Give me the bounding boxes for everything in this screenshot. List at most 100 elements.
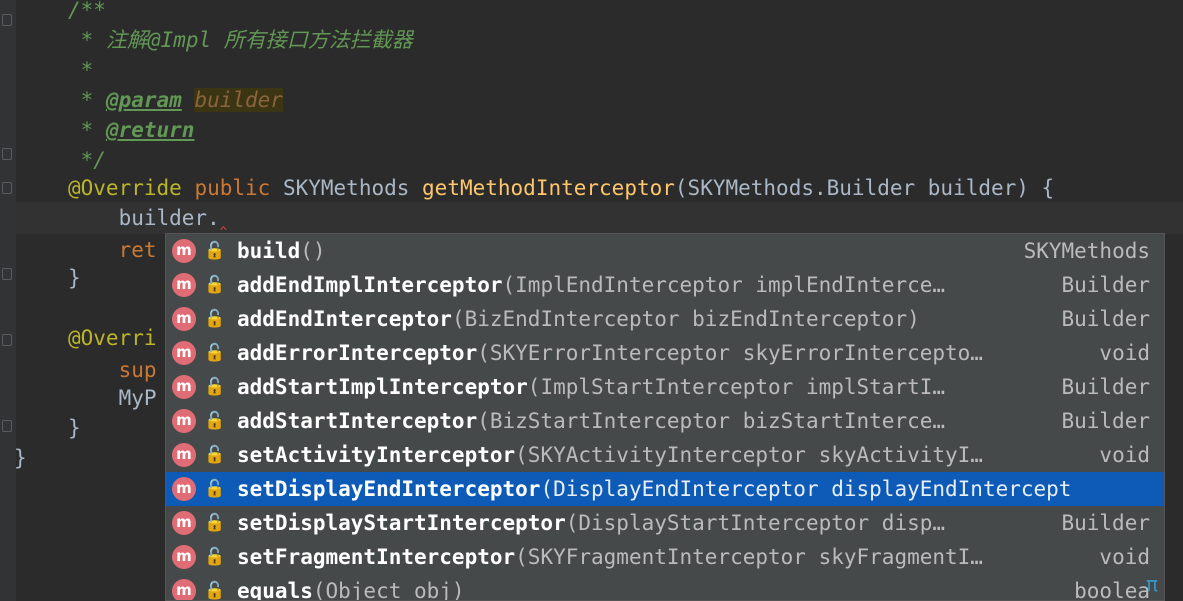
completion-item-addEndInterceptor[interactable]: m 🔓 addEndInterceptor(BizEndInterceptor bi… bbox=[166, 302, 1164, 336]
method-params: (SKYFragmentInterceptor skyFragmentI… bbox=[515, 545, 983, 569]
method-name: setDisplayEndInterceptor bbox=[237, 477, 541, 501]
method-params: (BizEndInterceptor bizEndInterceptor) bbox=[451, 307, 920, 331]
method-params: (Object obj) bbox=[312, 579, 465, 601]
code-token: @Overri bbox=[68, 326, 157, 350]
code-line[interactable]: } bbox=[68, 412, 81, 444]
return-type: Builder bbox=[1051, 506, 1150, 540]
completion-item-setDisplayStartInterceptor[interactable]: m 🔓 setDisplayStartInterceptor(DisplayStar… bbox=[166, 506, 1164, 540]
fold-marker-icon[interactable] bbox=[2, 420, 12, 432]
code-token: @return bbox=[105, 118, 195, 142]
method-icon: m bbox=[172, 307, 196, 331]
code-token: public bbox=[194, 176, 271, 200]
method-params: (BizStartInterceptor bizStartInterce… bbox=[477, 409, 946, 433]
method-params: () bbox=[300, 239, 326, 263]
public-lock-icon: 🔓 bbox=[204, 377, 226, 397]
return-type: Builder bbox=[1051, 302, 1150, 336]
code-token: builder bbox=[194, 88, 283, 112]
pi-icon[interactable]: π bbox=[1146, 572, 1158, 596]
fold-marker-icon[interactable] bbox=[2, 148, 12, 160]
return-type: Builder bbox=[1051, 268, 1150, 302]
completion-item-equals[interactable]: m 🔓 equals(Object obj) boolea bbox=[166, 574, 1164, 601]
code-line[interactable]: builder.‸ bbox=[68, 202, 227, 234]
completion-popup[interactable]: m 🔓 equals(Object obj) boolea m 🔓 setFragmentI… bbox=[165, 233, 1165, 601]
public-lock-icon: 🔓 bbox=[204, 275, 226, 295]
method-signature: addStartImplInterceptor(ImplStartInterce… bbox=[237, 370, 945, 404]
return-type: Builder bbox=[1051, 370, 1150, 404]
method-icon: m bbox=[172, 409, 196, 433]
code-token: * bbox=[68, 58, 94, 82]
method-signature: addEndInterceptor(BizEndInterceptor bizE… bbox=[237, 302, 920, 336]
editor-gutter[interactable] bbox=[0, 0, 16, 601]
method-params: (ImplEndInterceptor implEndInterce… bbox=[502, 273, 946, 297]
method-signature: setDisplayEndInterceptor(DisplayEndInter… bbox=[237, 472, 1071, 506]
method-params: (DisplayEndInterceptor displayEndInterce… bbox=[540, 477, 1072, 501]
method-name: build bbox=[237, 239, 301, 263]
code-line[interactable]: } bbox=[14, 442, 27, 474]
method-name: addStartImplInterceptor bbox=[237, 375, 528, 399]
code-token: @param bbox=[105, 88, 182, 112]
code-line[interactable]: /** bbox=[68, 0, 106, 26]
method-name: addEndImplInterceptor bbox=[237, 273, 503, 297]
completion-item-addEndImplInterceptor[interactable]: m 🔓 addEndImplInterceptor(ImplEndIntercept… bbox=[166, 268, 1164, 302]
public-lock-icon: 🔓 bbox=[204, 343, 226, 363]
public-lock-icon: 🔓 bbox=[204, 547, 226, 567]
completion-item-addErrorInterceptor[interactable]: m 🔓 addErrorInterceptor(SKYErrorIntercepto… bbox=[166, 336, 1164, 370]
method-name: addStartInterceptor bbox=[237, 409, 478, 433]
code-line[interactable]: } bbox=[68, 262, 81, 294]
code-line[interactable]: MyP bbox=[68, 382, 157, 414]
method-signature: setDisplayStartInterceptor(DisplayStartI… bbox=[237, 506, 945, 540]
method-name: addErrorInterceptor bbox=[237, 341, 478, 365]
method-icon: m bbox=[172, 511, 196, 535]
return-type: boolea bbox=[1064, 574, 1150, 600]
code-line[interactable]: ret bbox=[68, 234, 157, 266]
method-icon: m bbox=[172, 239, 196, 263]
completion-item-build[interactable]: m 🔓 build() SKYMethods bbox=[166, 234, 1164, 268]
code-line[interactable]: * @param builder bbox=[68, 84, 283, 116]
method-icon: m bbox=[172, 443, 196, 467]
fold-marker-icon[interactable] bbox=[2, 268, 12, 280]
code-token: @Override bbox=[68, 176, 182, 200]
code-token: builder. bbox=[68, 206, 220, 230]
code-token: /** bbox=[68, 0, 106, 22]
completion-item-addStartInterceptor[interactable]: m 🔓 addStartInterceptor(BizStartIntercepto… bbox=[166, 404, 1164, 438]
code-line[interactable]: @Overri bbox=[68, 322, 157, 354]
code-token: sup bbox=[68, 358, 157, 382]
method-icon: m bbox=[172, 375, 196, 399]
completion-item-setDisplayEndInterceptor[interactable]: m 🔓 setDisplayEndInterceptor(DisplayEndInt… bbox=[166, 472, 1164, 506]
method-params: (ImplStartInterceptor implStartI… bbox=[527, 375, 946, 399]
method-signature: setActivityInterceptor(SKYActivityInterc… bbox=[237, 438, 983, 472]
return-type: void bbox=[1089, 438, 1150, 472]
code-line[interactable]: * bbox=[68, 54, 94, 86]
return-type: void bbox=[1089, 540, 1150, 574]
method-name: setDisplayStartInterceptor bbox=[237, 511, 566, 535]
code-token: */ bbox=[68, 148, 106, 172]
method-params: (DisplayStartInterceptor disp… bbox=[565, 511, 946, 535]
completion-item-setFragmentInterceptor[interactable]: m 🔓 setFragmentInterceptor(SKYFragmentInte… bbox=[166, 540, 1164, 574]
fold-marker-icon[interactable] bbox=[2, 14, 12, 26]
public-lock-icon: 🔓 bbox=[204, 309, 226, 329]
public-lock-icon: 🔓 bbox=[204, 411, 226, 431]
completion-item-setActivityInterceptor[interactable]: m 🔓 setActivityInterceptor(SKYActivityInte… bbox=[166, 438, 1164, 472]
method-signature: addErrorInterceptor(SKYErrorInterceptor … bbox=[237, 336, 983, 370]
fold-marker-icon[interactable] bbox=[2, 182, 12, 194]
method-name: addEndInterceptor bbox=[237, 307, 452, 331]
method-icon: m bbox=[172, 579, 196, 600]
return-type: Builder bbox=[1051, 404, 1150, 438]
public-lock-icon: 🔓 bbox=[204, 513, 226, 533]
code-token: } bbox=[68, 416, 81, 440]
code-token: ret bbox=[68, 238, 157, 262]
code-token: } bbox=[14, 446, 27, 470]
code-token: * bbox=[68, 118, 106, 142]
method-icon: m bbox=[172, 477, 196, 501]
fold-marker-icon[interactable] bbox=[2, 334, 12, 346]
code-line[interactable]: * 注解@Impl 所有接口方法拦截器 bbox=[68, 24, 413, 56]
method-params: (SKYErrorInterceptor skyErrorIntercepto… bbox=[477, 341, 983, 365]
code-line[interactable]: @Override public SKYMethods getMethodInt… bbox=[68, 172, 1054, 204]
completion-item-addStartImplInterceptor[interactable]: m 🔓 addStartImplInterceptor(ImplStartInter… bbox=[166, 370, 1164, 404]
method-signature: setFragmentInterceptor(SKYFragmentInterc… bbox=[237, 540, 983, 574]
method-signature: addEndImplInterceptor(ImplEndInterceptor… bbox=[237, 268, 945, 302]
public-lock-icon: 🔓 bbox=[204, 445, 226, 465]
code-token: SKYMethods bbox=[270, 176, 423, 200]
code-line[interactable]: * @return bbox=[68, 114, 195, 146]
